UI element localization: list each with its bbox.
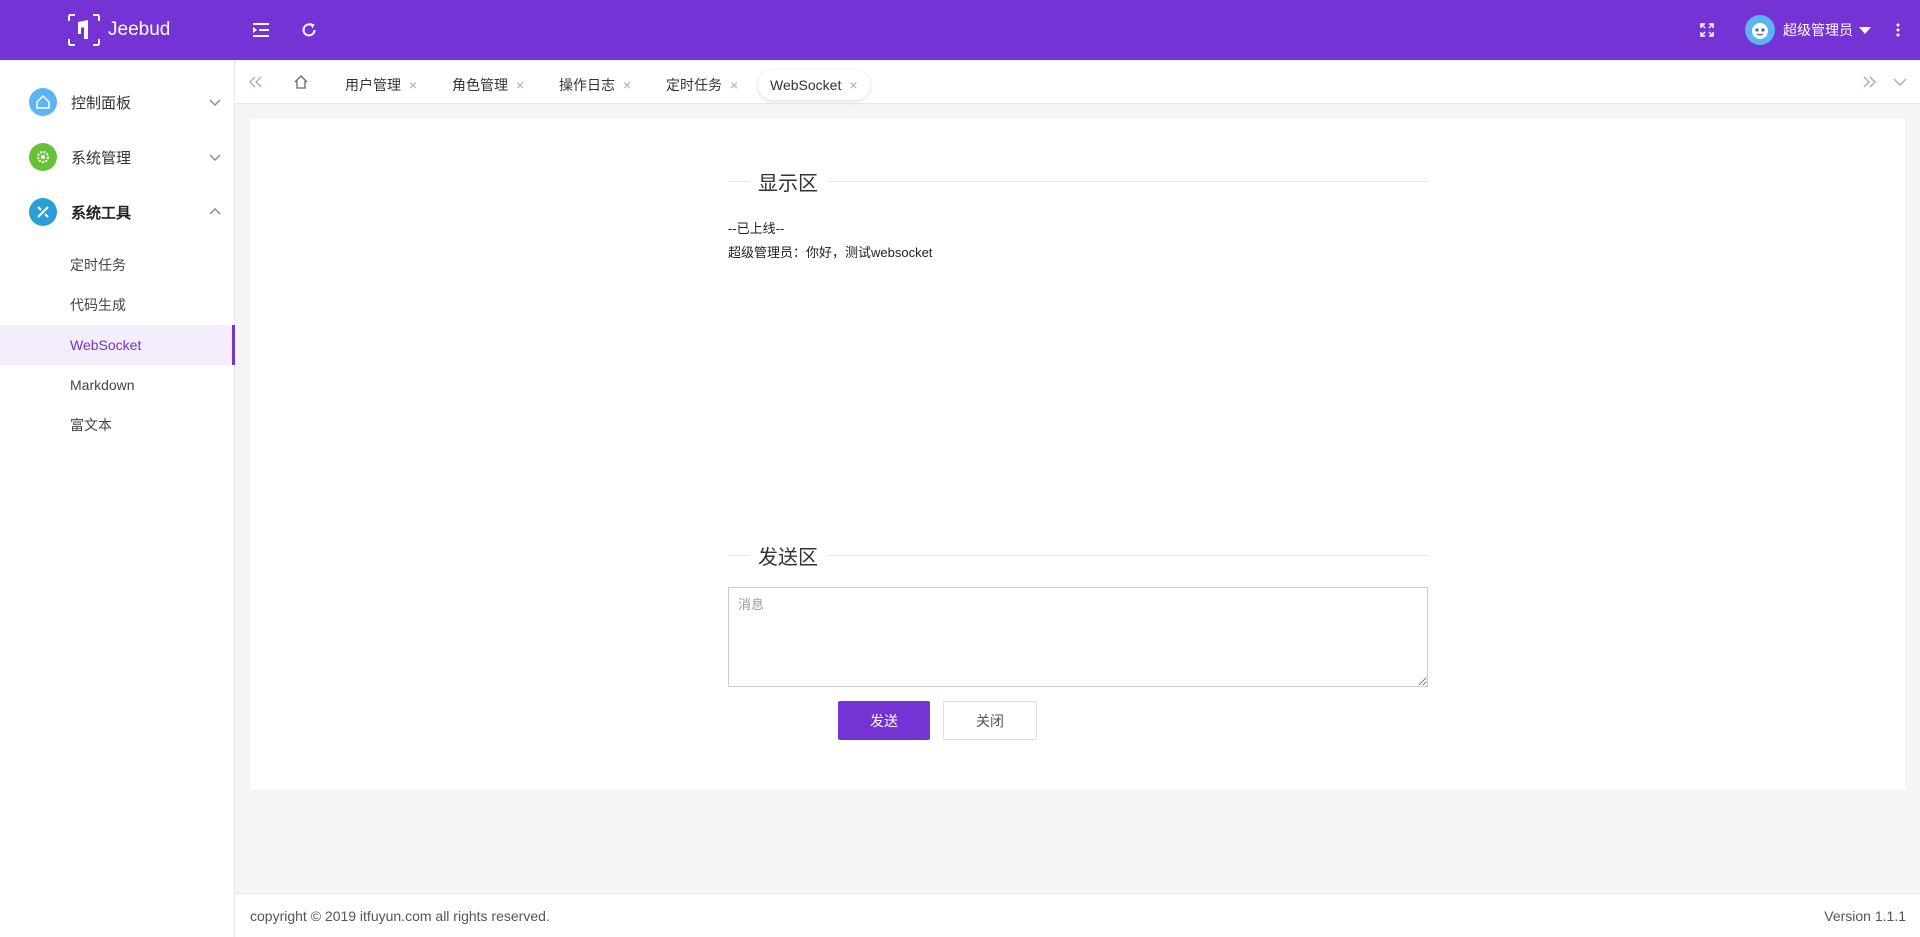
send-section-title: 发送区 (728, 543, 1428, 569)
sidebar-item-rich-text[interactable]: 富文本 (0, 405, 235, 445)
sidebar-item-scheduled-tasks[interactable]: 定时任务 (0, 245, 235, 285)
app-logo[interactable]: Jeebud (66, 12, 170, 48)
more-options-button[interactable] (1882, 14, 1914, 46)
chevron-down-icon (209, 154, 221, 161)
tab-scheduled-tasks[interactable]: 定时任务 × (666, 70, 738, 100)
logo-icon (66, 12, 102, 48)
version-text: Version 1.1.1 (1824, 907, 1906, 924)
gear-icon (29, 143, 57, 171)
home-icon (294, 75, 308, 89)
tabs-bar: 用户管理 × 角色管理 × 操作日志 × 定时任务 × WebSocket × (235, 60, 1920, 104)
sidebar-group-tools[interactable]: 系统工具 (0, 185, 235, 239)
close-icon[interactable]: × (849, 77, 857, 93)
tabs-dropdown-button[interactable] (1888, 70, 1912, 94)
display-section-title: 显示区 (728, 169, 1428, 195)
tab-user-management[interactable]: 用户管理 × (345, 70, 417, 100)
tab-websocket[interactable]: WebSocket × (758, 70, 870, 100)
collapse-menu-button[interactable] (246, 14, 278, 46)
sidebar-item-websocket[interactable]: WebSocket (0, 325, 235, 365)
user-menu[interactable]: 超级管理员 (1745, 14, 1871, 46)
sidebar-item-markdown[interactable]: Markdown (0, 365, 235, 405)
user-name: 超级管理员 (1783, 22, 1853, 38)
menu-fold-icon (253, 23, 269, 37)
close-icon[interactable]: × (623, 77, 631, 93)
tab-home[interactable] (289, 70, 313, 94)
message-line: --已上线-- (728, 221, 785, 236)
double-chevron-left-icon (249, 76, 262, 88)
fullscreen-button[interactable] (1691, 14, 1723, 46)
sidebar-group-label: 控制面板 (71, 94, 132, 112)
double-chevron-right-icon (1863, 76, 1876, 88)
send-button[interactable]: 发送 (838, 701, 930, 740)
more-vertical-icon (1896, 23, 1900, 37)
sidebar-group-system[interactable]: 系统管理 (0, 130, 235, 184)
refresh-button[interactable] (293, 14, 325, 46)
message-line: 超级管理员：你好，测试websocket (728, 245, 933, 260)
tabs-scroll-left-button[interactable] (243, 70, 267, 94)
sidebar-group-dashboard[interactable]: 控制面板 (0, 75, 235, 129)
caret-down-icon (1859, 26, 1871, 34)
home-icon (29, 88, 57, 116)
tools-icon (29, 198, 57, 226)
message-display: --已上线-- 超级管理员：你好，测试websocket (728, 217, 1428, 265)
copyright-text: copyright © 2019 itfuyun.com all rights … (250, 907, 550, 924)
top-header: Jeebud 超级管理员 (0, 0, 1920, 60)
sidebar-item-code-generator[interactable]: 代码生成 (0, 285, 235, 325)
message-input[interactable] (728, 587, 1428, 687)
chevron-down-icon (1893, 78, 1907, 86)
tab-operation-log[interactable]: 操作日志 × (559, 70, 631, 100)
avatar (1745, 15, 1775, 45)
close-icon[interactable]: × (516, 77, 524, 93)
sidebar: 控制面板 系统管理 系统工具 定时任务 代码生成 WebSocket Markd… (0, 60, 235, 937)
close-icon[interactable]: × (730, 77, 738, 93)
fullscreen-icon (1700, 23, 1714, 37)
chevron-down-icon (209, 99, 221, 106)
close-button[interactable]: 关闭 (943, 701, 1037, 740)
sidebar-group-label: 系统工具 (71, 204, 132, 222)
tab-role-management[interactable]: 角色管理 × (452, 70, 524, 100)
tabs-scroll-right-button[interactable] (1858, 70, 1882, 94)
chevron-up-icon (209, 208, 221, 215)
sidebar-group-label: 系统管理 (71, 149, 132, 167)
footer: copyright © 2019 itfuyun.com all rights … (235, 893, 1920, 937)
close-icon[interactable]: × (409, 77, 417, 93)
refresh-icon (302, 23, 316, 37)
app-name: Jeebud (108, 19, 171, 40)
